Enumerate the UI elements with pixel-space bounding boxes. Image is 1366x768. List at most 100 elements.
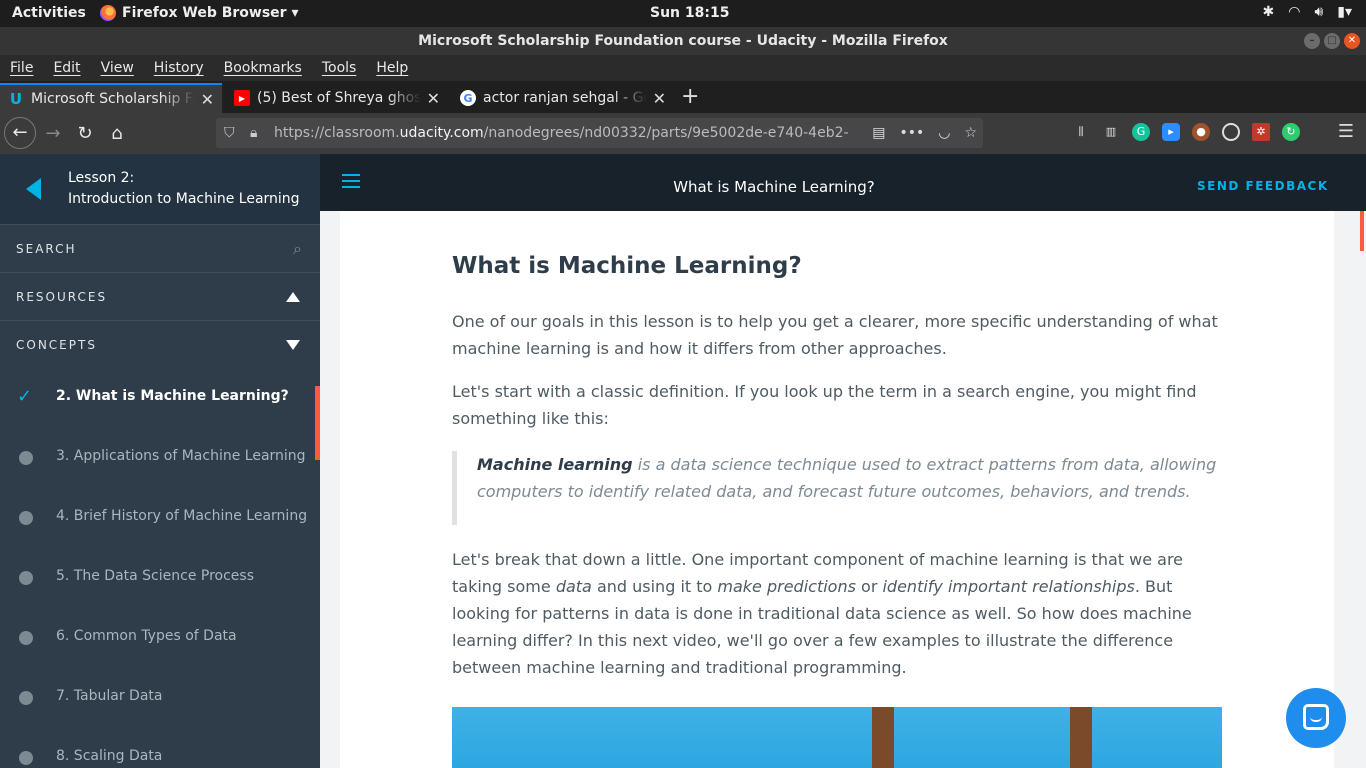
definition-quote: Machine learning is a data science techn… [452, 451, 1222, 525]
reader-view-icon[interactable]: ▤ [872, 118, 885, 148]
page-scrollbar[interactable] [1356, 211, 1366, 768]
quote-term: Machine learning [477, 455, 633, 474]
concept-label: 8. Scaling Data [56, 748, 163, 764]
window-title-bar: Microsoft Scholarship Foundation course … [0, 27, 1366, 55]
menu-edit[interactable]: Edit [53, 55, 80, 81]
search-icon[interactable]: ⌕ [293, 225, 302, 273]
app-menu-label: Firefox Web Browser ▾ [122, 5, 299, 21]
extension-green-icon[interactable]: ↻ [1282, 123, 1300, 141]
maximize-button[interactable]: □ [1324, 33, 1340, 49]
tab-label: Microsoft Scholarship Foundation course … [31, 91, 195, 107]
search-label: SEARCH [16, 242, 77, 256]
concept-item[interactable]: 7. Tabular Data [0, 668, 320, 728]
sidebar-progress-indicator [315, 386, 320, 460]
emphasis: make predictions [717, 577, 856, 596]
udacity-icon: U [9, 90, 23, 108]
tab-youtube[interactable]: ▶ (5) Best of Shreya ghoshal ✕ [226, 83, 448, 113]
resources-label: RESOURCES [16, 290, 108, 304]
system-top-bar: Activities Firefox Web Browser ▾ Sun 18:… [0, 0, 1366, 27]
minimize-button[interactable]: – [1304, 33, 1320, 49]
url-prefix: https://classroom. [274, 125, 400, 141]
text-span: and using it to [591, 577, 718, 596]
concept-label: 4. Brief History of Machine Learning [56, 508, 308, 524]
close-window-button[interactable]: ✕ [1344, 33, 1360, 49]
tab-google[interactable]: G actor ranjan sehgal - Google Search ✕ [452, 83, 674, 113]
reload-button[interactable]: ↻ [72, 121, 98, 147]
status-dot-icon [19, 631, 33, 645]
lesson-number: Lesson 2: [68, 170, 135, 186]
text-span: or [855, 577, 883, 596]
video-player[interactable] [452, 707, 1222, 768]
send-feedback-button[interactable]: SEND FEEDBACK [1197, 179, 1329, 193]
wifi-icon[interactable]: ◠ [1288, 4, 1300, 20]
pocket-icon[interactable]: ◡ [938, 118, 950, 148]
chat-support-button[interactable] [1286, 688, 1346, 748]
concept-item[interactable]: 8. Scaling Data [0, 728, 320, 768]
activities-button[interactable]: Activities [12, 5, 86, 21]
library-icon[interactable]: ⫼ [1072, 123, 1090, 141]
zoom-icon[interactable]: ▸ [1162, 123, 1180, 141]
back-arrow-icon[interactable] [26, 178, 41, 200]
status-dot-icon [19, 451, 33, 465]
account-icon[interactable] [1222, 123, 1240, 141]
back-button[interactable]: ← [4, 117, 36, 149]
scrollbar-thumb[interactable] [1360, 211, 1364, 251]
article-heading: What is Machine Learning? [452, 253, 802, 279]
menu-view[interactable]: View [101, 55, 134, 81]
menu-file[interactable]: File [10, 55, 33, 81]
lock-icon[interactable]: 🔒︎ [250, 118, 257, 148]
menu-history[interactable]: History [154, 55, 204, 81]
tracking-shield-icon[interactable]: ⛉ [224, 118, 235, 148]
cookie-icon[interactable]: ● [1192, 123, 1210, 141]
sidebar-icon[interactable]: ▥ [1102, 123, 1120, 141]
grammarly-icon[interactable]: G [1132, 123, 1150, 141]
extension-icon[interactable]: ✲ [1252, 123, 1270, 141]
forward-button[interactable]: → [40, 121, 66, 147]
slack-icon[interactable]: ✱ [1262, 4, 1274, 20]
page-actions-icon[interactable]: ••• [899, 118, 924, 148]
firefox-icon [100, 5, 116, 21]
status-dot-icon [19, 511, 33, 525]
tab-label: actor ranjan sehgal - Google Search [483, 90, 647, 106]
web-page: Lesson 2: Introduction to Machine Learni… [0, 154, 1366, 768]
video-frame-detail [872, 707, 894, 768]
clock[interactable]: Sun 18:15 [650, 5, 729, 21]
battery-icon[interactable]: ▮▾ [1337, 4, 1352, 20]
concept-label: 3. Applications of Machine Learning [56, 448, 306, 464]
concept-item[interactable]: ✓ 2. What is Machine Learning? [0, 368, 320, 428]
tab-udacity[interactable]: U Microsoft Scholarship Foundation cours… [0, 83, 222, 113]
concept-item[interactable]: 5. The Data Science Process [0, 548, 320, 608]
new-tab-button[interactable]: + [681, 84, 699, 109]
close-tab-icon[interactable]: ✕ [653, 89, 666, 108]
collapse-icon [286, 292, 300, 302]
lesson-header[interactable]: Lesson 2: Introduction to Machine Learni… [0, 154, 320, 224]
status-dot-icon [19, 571, 33, 585]
status-dot-icon [19, 751, 33, 765]
open-menu-icon[interactable]: ☰ [1338, 121, 1354, 142]
paragraph: Let's start with a classic definition. I… [452, 382, 1197, 428]
sidebar-resources[interactable]: RESOURCES [0, 272, 320, 320]
menu-bookmarks[interactable]: Bookmarks [224, 55, 302, 81]
youtube-icon: ▶ [234, 90, 250, 106]
app-menu[interactable]: Firefox Web Browser ▾ [100, 5, 298, 21]
volume-icon[interactable]: 🔊︎ [1314, 4, 1323, 20]
sidebar-search[interactable]: SEARCH ⌕ [0, 224, 320, 272]
sidebar-concepts[interactable]: CONCEPTS [0, 320, 320, 368]
home-button[interactable]: ⌂ [104, 121, 130, 147]
bookmark-star-icon[interactable]: ☆ [964, 118, 977, 148]
concepts-label: CONCEPTS [16, 338, 97, 352]
navigation-toolbar: ← → ↻ ⌂ ⛉ 🔒︎ https://classroom.udacity.c… [0, 113, 1366, 154]
close-tab-icon[interactable]: ✕ [427, 89, 440, 108]
menu-tools[interactable]: Tools [322, 55, 357, 81]
concept-item[interactable]: 3. Applications of Machine Learning [0, 428, 320, 488]
system-tray[interactable]: ✱ ◠ 🔊︎ ▮▾ [1262, 4, 1352, 20]
article-content: What is Machine Learning? One of our goa… [340, 211, 1334, 768]
close-tab-icon[interactable]: ✕ [201, 90, 214, 109]
concept-item[interactable]: 4. Brief History of Machine Learning [0, 488, 320, 548]
window-title: Microsoft Scholarship Foundation course … [418, 33, 948, 49]
concept-item[interactable]: 6. Common Types of Data [0, 608, 320, 668]
menu-help[interactable]: Help [376, 55, 408, 81]
status-dot-icon [19, 691, 33, 705]
concept-label: 6. Common Types of Data [56, 628, 237, 644]
url-bar[interactable]: ⛉ 🔒︎ https://classroom.udacity.com/nanod… [216, 118, 983, 148]
